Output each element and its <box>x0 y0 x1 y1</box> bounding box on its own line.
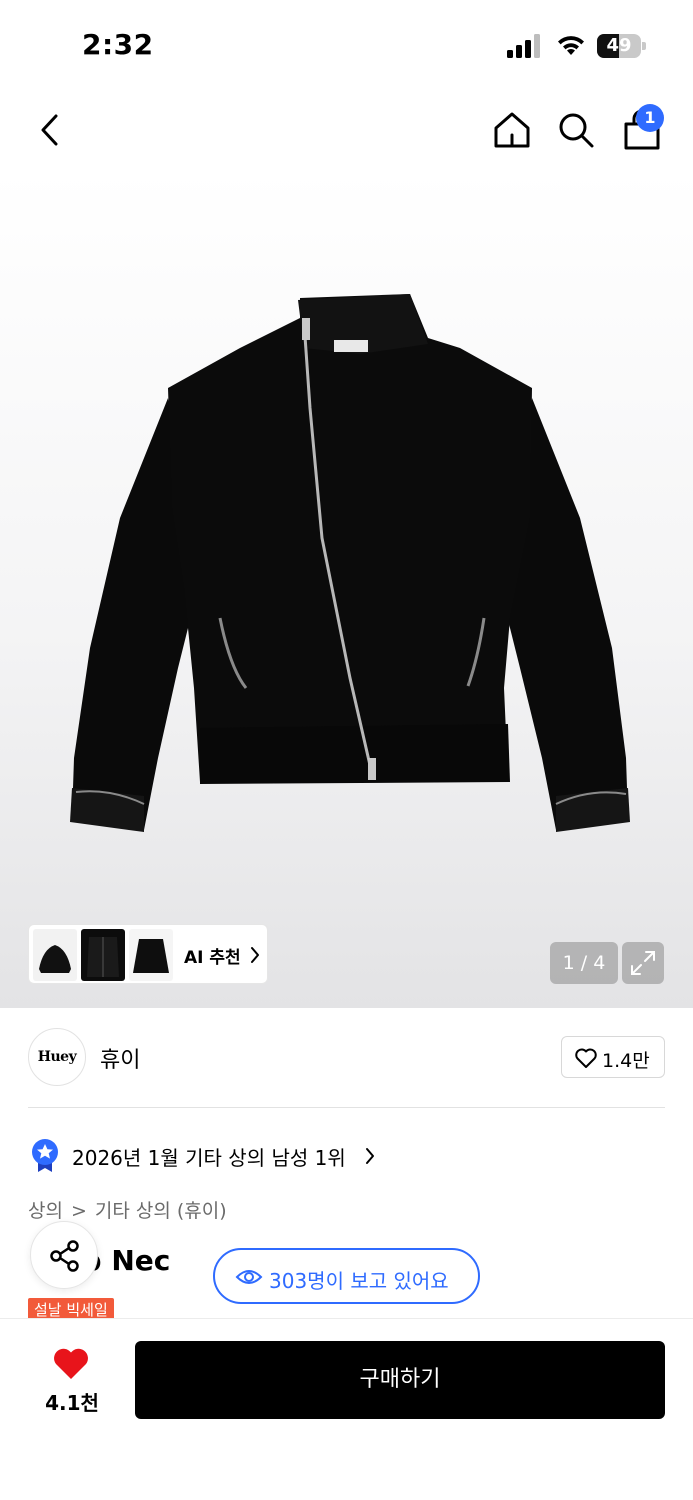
search-icon[interactable] <box>554 108 598 152</box>
thumbnail-3[interactable] <box>129 929 173 981</box>
nav-bar <box>0 90 693 170</box>
ranking-text: 2026년 1월 기타 상의 남성 1위 <box>72 1146 346 1170</box>
divider <box>28 1107 665 1108</box>
brand-row[interactable]: Huey 휴이 1.4만 <box>0 1008 693 1108</box>
brand-like-button[interactable]: 1.4만 <box>561 1036 665 1078</box>
wifi-icon <box>558 36 584 55</box>
thumbnail-1[interactable] <box>33 929 77 981</box>
share-button[interactable] <box>30 1221 98 1289</box>
chevron-right-icon <box>366 1148 374 1164</box>
live-viewers-pill: 303명이 보고 있어요 <box>213 1248 480 1304</box>
cellular-signal-icon <box>507 34 540 58</box>
breadcrumb: 상의 > 기타 상의 (휴이) <box>28 1196 227 1223</box>
battery-level-text: 49 <box>606 35 632 56</box>
cart-count-badge: 1 <box>636 104 664 132</box>
status-time: 2:32 <box>82 28 154 61</box>
back-chevron-icon[interactable] <box>30 108 74 152</box>
heart-filled-icon <box>54 1348 88 1379</box>
wishlist-count: 4.1천 <box>45 1391 99 1415</box>
battery-icon: 49 <box>597 34 647 58</box>
ai-recommend-strip[interactable]: AI 추천 <box>28 924 268 984</box>
chevron-right-icon <box>251 947 259 963</box>
expand-icon <box>631 951 655 975</box>
ranking-medal-icon <box>32 1139 58 1172</box>
product-image-gallery[interactable]: AI 추천 1 / 4 <box>0 170 693 1008</box>
breadcrumb-subcategory[interactable]: 기타 상의 (휴이) <box>95 1196 227 1223</box>
buy-button[interactable]: 구매하기 <box>135 1341 665 1419</box>
product-jacket-image <box>70 294 630 832</box>
ai-recommend-label: AI 추천 <box>184 948 241 968</box>
breadcrumb-category[interactable]: 상의 <box>28 1196 63 1223</box>
thumbnail-2[interactable] <box>81 929 125 981</box>
expand-image-button[interactable] <box>622 942 664 984</box>
bottom-action-bar: 4.1천 구매하기 <box>0 1318 693 1500</box>
home-icon[interactable] <box>490 108 534 152</box>
live-viewers-text: 303명이 보고 있어요 <box>269 1269 449 1293</box>
status-bar: 2:32 49 <box>0 0 693 90</box>
eye-icon <box>235 1270 263 1284</box>
brand-logo[interactable]: Huey <box>28 1028 86 1086</box>
brand-name[interactable]: 휴이 <box>100 1042 140 1074</box>
ranking-link[interactable]: 2026년 1월 기타 상의 남성 1위 <box>30 1136 430 1176</box>
breadcrumb-separator: > <box>70 1200 87 1222</box>
share-icon <box>50 1240 79 1272</box>
wishlist-button[interactable]: 4.1천 <box>30 1343 114 1423</box>
brand-like-count: 1.4만 <box>602 1050 650 1072</box>
image-page-counter: 1 / 4 <box>550 942 618 984</box>
heart-outline-icon <box>575 1048 597 1068</box>
